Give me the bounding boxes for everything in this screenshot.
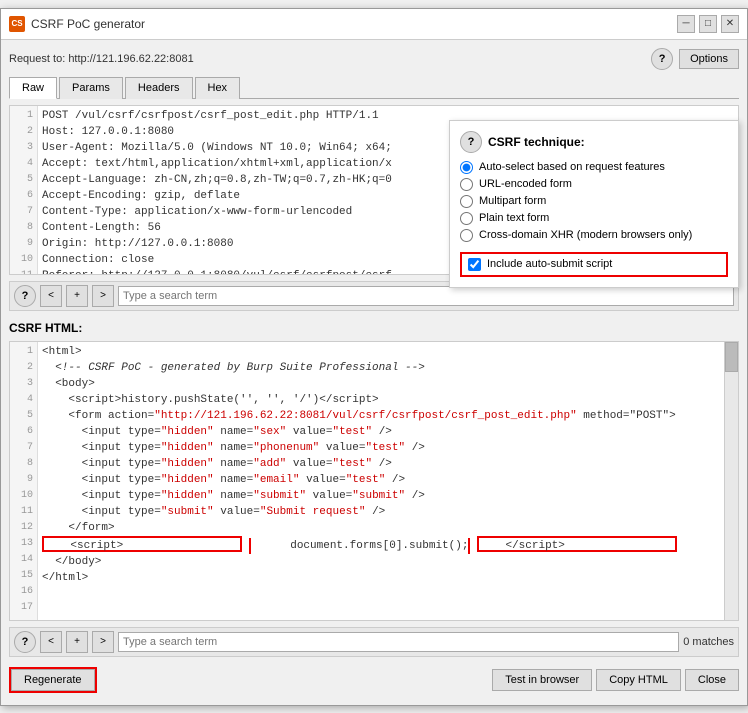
bottom-nav-back[interactable]: < (40, 631, 62, 653)
html-line-17: </html> (42, 570, 720, 586)
close-button[interactable]: ✕ (721, 15, 739, 33)
option-plain-text[interactable]: Plain text form (460, 212, 728, 225)
main-window: CS CSRF PoC generator ─ □ ✕ Request to: … (0, 8, 748, 706)
option-url-encoded[interactable]: URL-encoded form (460, 178, 728, 191)
tab-hex[interactable]: Hex (195, 77, 241, 99)
match-count: 0 matches (683, 636, 734, 648)
html-editor[interactable]: 1 2 3 4 5 6 7 8 9 10 11 12 13 14 15 16 1… (9, 341, 739, 621)
html-line-9: <input type="hidden" name="email" value=… (42, 472, 720, 488)
html-line-10: <input type="hidden" name="submit" value… (42, 488, 720, 504)
bottom-search-bar: ? < + > 0 matches (9, 627, 739, 657)
html-line-7: <input type="hidden" name="phonenum" val… (42, 440, 720, 456)
tab-headers[interactable]: Headers (125, 77, 193, 99)
html-line-15: </script> (477, 536, 677, 552)
line-numbers: 1 2 3 4 5 6 7 8 9 10 11 (10, 106, 38, 274)
popup-help-icon: ? (460, 131, 482, 153)
minimize-button[interactable]: ─ (677, 15, 695, 33)
title-bar: CS CSRF PoC generator ─ □ ✕ (1, 9, 747, 40)
tab-raw[interactable]: Raw (9, 77, 57, 99)
tab-params[interactable]: Params (59, 77, 123, 99)
html-line-2: <!-- CSRF PoC - generated by Burp Suite … (42, 360, 720, 376)
html-line-11: <input type="submit" value="Submit reque… (42, 504, 720, 520)
options-button[interactable]: Options (679, 49, 739, 69)
content-area: Request to: http://121.196.62.22:8081 ? … (1, 40, 747, 705)
html-line-4: <script>history.pushState('', '', '/')</… (42, 392, 720, 408)
nav-forward-button[interactable]: > (92, 285, 114, 307)
help-button[interactable]: ? (651, 48, 673, 70)
csrf-popup: ? CSRF technique: Auto-select based on r… (449, 120, 739, 288)
popup-title: CSRF technique: (488, 135, 585, 149)
app-icon: CS (9, 16, 25, 32)
csrf-html-label: CSRF HTML: (9, 321, 739, 335)
include-auto-submit-checkbox[interactable]: Include auto-submit script (460, 252, 728, 277)
html-line-3: <body> (42, 376, 720, 392)
popup-title-row: ? CSRF technique: (460, 131, 728, 153)
csrf-technique-options: Auto-select based on request features UR… (460, 161, 728, 242)
option-auto-select[interactable]: Auto-select based on request features (460, 161, 728, 174)
html-line-12: </form> (42, 520, 720, 536)
html-line-numbers: 1 2 3 4 5 6 7 8 9 10 11 12 13 14 15 16 1… (10, 342, 38, 620)
nav-add-button[interactable]: + (66, 285, 88, 307)
html-line-14: document.forms[0].submit(); (249, 538, 471, 554)
html-line-8: <input type="hidden" name="add" value="t… (42, 456, 720, 472)
bottom-nav-forward[interactable]: > (92, 631, 114, 653)
nav-back-button[interactable]: < (40, 285, 62, 307)
html-line-13: <script> (42, 536, 242, 552)
bottom-nav-add[interactable]: + (66, 631, 88, 653)
html-line-6: <input type="hidden" name="sex" value="t… (42, 424, 720, 440)
copy-html-button[interactable]: Copy HTML (596, 669, 681, 691)
restore-button[interactable]: □ (699, 15, 717, 33)
test-in-browser-button[interactable]: Test in browser (492, 669, 592, 691)
scrollbar-thumb[interactable] (725, 342, 738, 372)
html-line-16: </body> (42, 554, 720, 570)
right-action-buttons: Test in browser Copy HTML Close (492, 669, 739, 691)
request-help-button[interactable]: ? (14, 285, 36, 307)
option-multipart[interactable]: Multipart form (460, 195, 728, 208)
window-title: CSRF PoC generator (31, 17, 671, 31)
html-scrollbar[interactable] (724, 342, 738, 620)
window-controls: ─ □ ✕ (677, 15, 739, 33)
html-content: <html> <!-- CSRF PoC - generated by Burp… (38, 342, 724, 620)
bottom-search-input[interactable] (118, 632, 679, 652)
regenerate-button-wrap: Regenerate (9, 667, 97, 693)
regenerate-button[interactable]: Regenerate (11, 669, 95, 691)
option-cross-domain[interactable]: Cross-domain XHR (modern browsers only) (460, 229, 728, 242)
bottom-help-button[interactable]: ? (14, 631, 36, 653)
request-url-bar: Request to: http://121.196.62.22:8081 ? … (9, 48, 739, 70)
close-dialog-button[interactable]: Close (685, 669, 739, 691)
header-buttons: ? Options (651, 48, 739, 70)
bottom-action-row: Regenerate Test in browser Copy HTML Clo… (9, 663, 739, 697)
tabs-row: Raw Params Headers Hex (9, 76, 739, 99)
request-url-label: Request to: http://121.196.62.22:8081 (9, 53, 194, 65)
request-search-input[interactable] (118, 286, 734, 306)
html-line-5: <form action="http://121.196.62.22:8081/… (42, 408, 720, 424)
html-line-1: <html> (42, 344, 720, 360)
